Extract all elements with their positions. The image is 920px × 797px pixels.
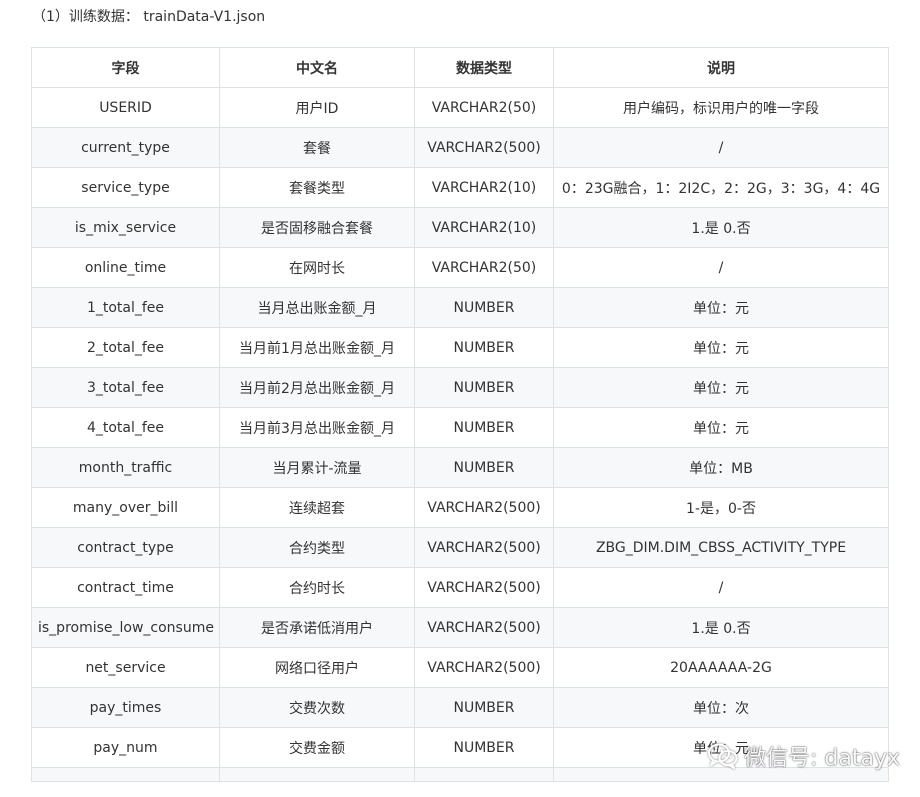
table-row: 2_total_fee 当月前1月总出账金额_月 NUMBER 单位：元	[31, 327, 889, 368]
cell-field: 4_total_fee	[31, 407, 220, 448]
cell-data-type: NUMBER	[414, 327, 554, 368]
cell-data-type: VARCHAR2(10)	[414, 167, 554, 208]
table-row: 3_total_fee 当月前2月总出账金额_月 NUMBER 单位：元	[31, 367, 889, 408]
cell-data-type: NUMBER	[414, 367, 554, 408]
cell-data-type: VARCHAR2(10)	[414, 207, 554, 248]
cell-chinese-name: 连续超套	[219, 487, 415, 528]
cell-chinese-name: 合约时长	[219, 567, 415, 608]
wechat-icon	[708, 743, 738, 769]
cell-field: pay_times	[31, 687, 220, 728]
cell-chinese-name: 交费金额	[219, 727, 415, 768]
cell-field: pay_num	[31, 727, 220, 768]
table-body: USERID 用户ID VARCHAR2(50) 用户编码，标识用户的唯一字段 curr…	[31, 87, 889, 782]
cell-field: 1_total_fee	[31, 287, 220, 328]
cell-field: 3_total_fee	[31, 367, 220, 408]
cell-chinese-name: 用户ID	[219, 87, 415, 128]
cell-chinese-name: 套餐	[219, 127, 415, 168]
table-row: month_traffic 当月累计-流量 NUMBER 单位：MB	[31, 447, 889, 488]
cell-chinese-name: 当月前3月总出账金额_月	[219, 407, 415, 448]
cell-field: current_type	[31, 127, 220, 168]
table-row: pay_times 交费次数 NUMBER 单位：次	[31, 687, 889, 728]
cell-description: 单位：元	[553, 327, 889, 368]
cell-chinese-name: 当月累计-流量	[219, 447, 415, 488]
cell-data-type: VARCHAR2(500)	[414, 527, 554, 568]
table-row: current_type 套餐 VARCHAR2(500) /	[31, 127, 889, 168]
cell-description: 用户编码，标识用户的唯一字段	[553, 87, 889, 128]
cell-data-type: NUMBER	[414, 447, 554, 488]
cell-description: ZBG_DIM.DIM_CBSS_ACTIVITY_TYPE	[553, 527, 889, 568]
cell-data-type: NUMBER	[414, 727, 554, 768]
cell-data-type: VARCHAR2(500)	[414, 607, 554, 648]
cell-data-type: NUMBER	[414, 687, 554, 728]
cell-data-type: VARCHAR2(500)	[414, 567, 554, 608]
cell-chinese-name: 当月前1月总出账金额_月	[219, 327, 415, 368]
cell-description: /	[553, 127, 889, 168]
table-row: many_over_bill 连续超套 VARCHAR2(500) 1-是，0-否	[31, 487, 889, 528]
table-row: contract_type 合约类型 VARCHAR2(500) ZBG_DIM.DI…	[31, 527, 889, 568]
cell-field: many_over_bill	[31, 487, 220, 528]
header-data-type: 数据类型	[414, 47, 554, 88]
cell-description: 1-是，0-否	[553, 487, 889, 528]
empty-cell	[414, 767, 554, 782]
cell-data-type: NUMBER	[414, 287, 554, 328]
cell-chinese-name: 当月总出账金额_月	[219, 287, 415, 328]
cell-chinese-name: 当月前2月总出账金额_月	[219, 367, 415, 408]
table-row: online_time 在网时长 VARCHAR2(50) /	[31, 247, 889, 288]
cell-description: 1.是 0.否	[553, 207, 889, 248]
table-row: is_promise_low_consume 是否承诺低消用户 VARCHAR2(5…	[31, 607, 889, 648]
header-field: 字段	[31, 47, 220, 88]
empty-cell	[219, 767, 415, 782]
cell-description: 1.是 0.否	[553, 607, 889, 648]
cell-description: 单位：MB	[553, 447, 889, 488]
cell-field: contract_time	[31, 567, 220, 608]
header-description: 说明	[553, 47, 889, 88]
cell-chinese-name: 在网时长	[219, 247, 415, 288]
cell-data-type: VARCHAR2(500)	[414, 487, 554, 528]
table-row: USERID 用户ID VARCHAR2(50) 用户编码，标识用户的唯一字段	[31, 87, 889, 128]
cell-field: contract_type	[31, 527, 220, 568]
cell-field: is_promise_low_consume	[31, 607, 220, 648]
cell-description: 单位：元	[553, 367, 889, 408]
cell-field: is_mix_service	[31, 207, 220, 248]
cell-description: 20AAAAAA-2G	[553, 647, 889, 688]
watermark: 微信号: datayx	[708, 738, 900, 774]
header-chinese-name: 中文名	[219, 47, 415, 88]
cell-data-type: VARCHAR2(500)	[414, 647, 554, 688]
cell-description: 单位：次	[553, 687, 889, 728]
table-row: service_type 套餐类型 VARCHAR2(10) 0：23G融合，1：2I…	[31, 167, 889, 208]
table-row: 4_total_fee 当月前3月总出账金额_月 NUMBER 单位：元	[31, 407, 889, 448]
cell-field: online_time	[31, 247, 220, 288]
cell-chinese-name: 是否固移融合套餐	[219, 207, 415, 248]
cell-description: 单位：元	[553, 407, 889, 448]
watermark-text: 微信号: datayx	[744, 746, 900, 771]
cell-field: service_type	[31, 167, 220, 208]
cell-field: net_service	[31, 647, 220, 688]
cell-data-type: VARCHAR2(50)	[414, 87, 554, 128]
table-header-row: 字段 中文名 数据类型 说明	[31, 47, 889, 88]
table-row: contract_time 合约时长 VARCHAR2(500) /	[31, 567, 889, 608]
cell-description: 单位：元	[553, 287, 889, 328]
cell-chinese-name: 是否承诺低消用户	[219, 607, 415, 648]
cell-field: 2_total_fee	[31, 327, 220, 368]
cell-field: USERID	[31, 87, 220, 128]
table-row: net_service 网络口径用户 VARCHAR2(500) 20AAAAAA-2…	[31, 647, 889, 688]
cell-data-type: NUMBER	[414, 407, 554, 448]
cell-field: month_traffic	[31, 447, 220, 488]
cell-data-type: VARCHAR2(500)	[414, 127, 554, 168]
field-table: 字段 中文名 数据类型 说明 USERID 用户ID VARCHAR2(50) 用户编…	[31, 47, 889, 782]
cell-chinese-name: 交费次数	[219, 687, 415, 728]
cell-chinese-name: 合约类型	[219, 527, 415, 568]
cell-description: /	[553, 567, 889, 608]
cell-chinese-name: 网络口径用户	[219, 647, 415, 688]
cell-description: /	[553, 247, 889, 288]
section-caption: （1）训练数据： trainData-V1.json	[32, 9, 266, 25]
cell-data-type: VARCHAR2(50)	[414, 247, 554, 288]
table-row: 1_total_fee 当月总出账金额_月 NUMBER 单位：元	[31, 287, 889, 328]
cell-chinese-name: 套餐类型	[219, 167, 415, 208]
table-row: is_mix_service 是否固移融合套餐 VARCHAR2(10) 1.是 0.…	[31, 207, 889, 248]
cell-description: 0：23G融合，1：2I2C，2：2G，3：3G，4：4G	[553, 167, 889, 208]
empty-cell	[31, 767, 220, 782]
